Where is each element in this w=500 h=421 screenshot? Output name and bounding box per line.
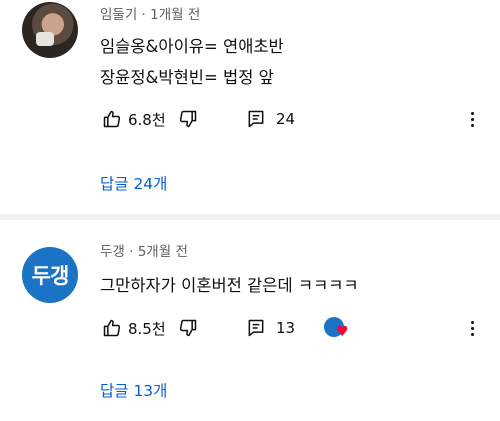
more-vert-icon[interactable] <box>462 107 482 131</box>
like-icon <box>102 318 122 338</box>
comment-text-line: 임슬옹&아이유= 연애초반 <box>100 37 284 56</box>
like-count: 8.5천 <box>128 319 166 338</box>
comment-text-line: 그만하자가 이혼버전 같은데 ㅋㅋㅋㅋ <box>100 276 359 295</box>
comment-time[interactable]: 1개월 전 <box>150 7 200 23</box>
author-name[interactable]: 두갱 <box>100 244 125 260</box>
comment-meta: 두갱 · 5개월 전 <box>100 240 188 260</box>
comment-2: 두갱 두갱 · 5개월 전 그만하자가 이혼버전 같은데 ㅋㅋㅋㅋ 8.5천 1… <box>0 220 500 421</box>
comment-meta: 임둘기 · 1개월 전 <box>100 3 200 23</box>
avatar[interactable] <box>22 2 78 58</box>
reply-count: 24 <box>276 110 296 128</box>
reply-icon <box>246 109 266 129</box>
reply-button[interactable]: 13 <box>246 316 295 340</box>
like-icon <box>102 109 122 129</box>
reply-icon <box>246 318 266 338</box>
creator-heart-icon: ♥ <box>322 316 352 340</box>
author-name[interactable]: 임둘기 <box>100 7 137 23</box>
view-replies-link[interactable]: 답글 13개 <box>100 379 167 401</box>
like-count: 6.8천 <box>128 110 166 129</box>
dislike-icon <box>178 109 198 129</box>
avatar[interactable]: 두갱 <box>22 247 78 303</box>
dislike-button[interactable] <box>178 107 198 131</box>
like-button[interactable]: 8.5천 <box>102 316 166 340</box>
comment-time[interactable]: 5개월 전 <box>138 244 188 260</box>
meta-separator: · <box>137 7 151 23</box>
dislike-icon <box>178 318 198 338</box>
avatar-text: 두갱 <box>31 264 70 288</box>
reply-button[interactable]: 24 <box>246 107 295 131</box>
comment-1: 임둘기 · 1개월 전 임슬옹&아이유= 연애초반 장윤정&박현빈= 법정 앞 … <box>0 0 500 214</box>
comment-actions: 8.5천 13 ♥ <box>100 316 480 340</box>
comment-actions: 6.8천 24 <box>100 107 480 131</box>
dislike-button[interactable] <box>178 316 198 340</box>
like-button[interactable]: 6.8천 <box>102 107 166 131</box>
more-vert-icon[interactable] <box>462 316 482 340</box>
view-replies-link[interactable]: 답글 24개 <box>100 172 167 194</box>
meta-separator: · <box>124 244 138 260</box>
comment-text-line: 장윤정&박현빈= 법정 앞 <box>100 68 274 87</box>
reply-count: 13 <box>276 319 296 337</box>
